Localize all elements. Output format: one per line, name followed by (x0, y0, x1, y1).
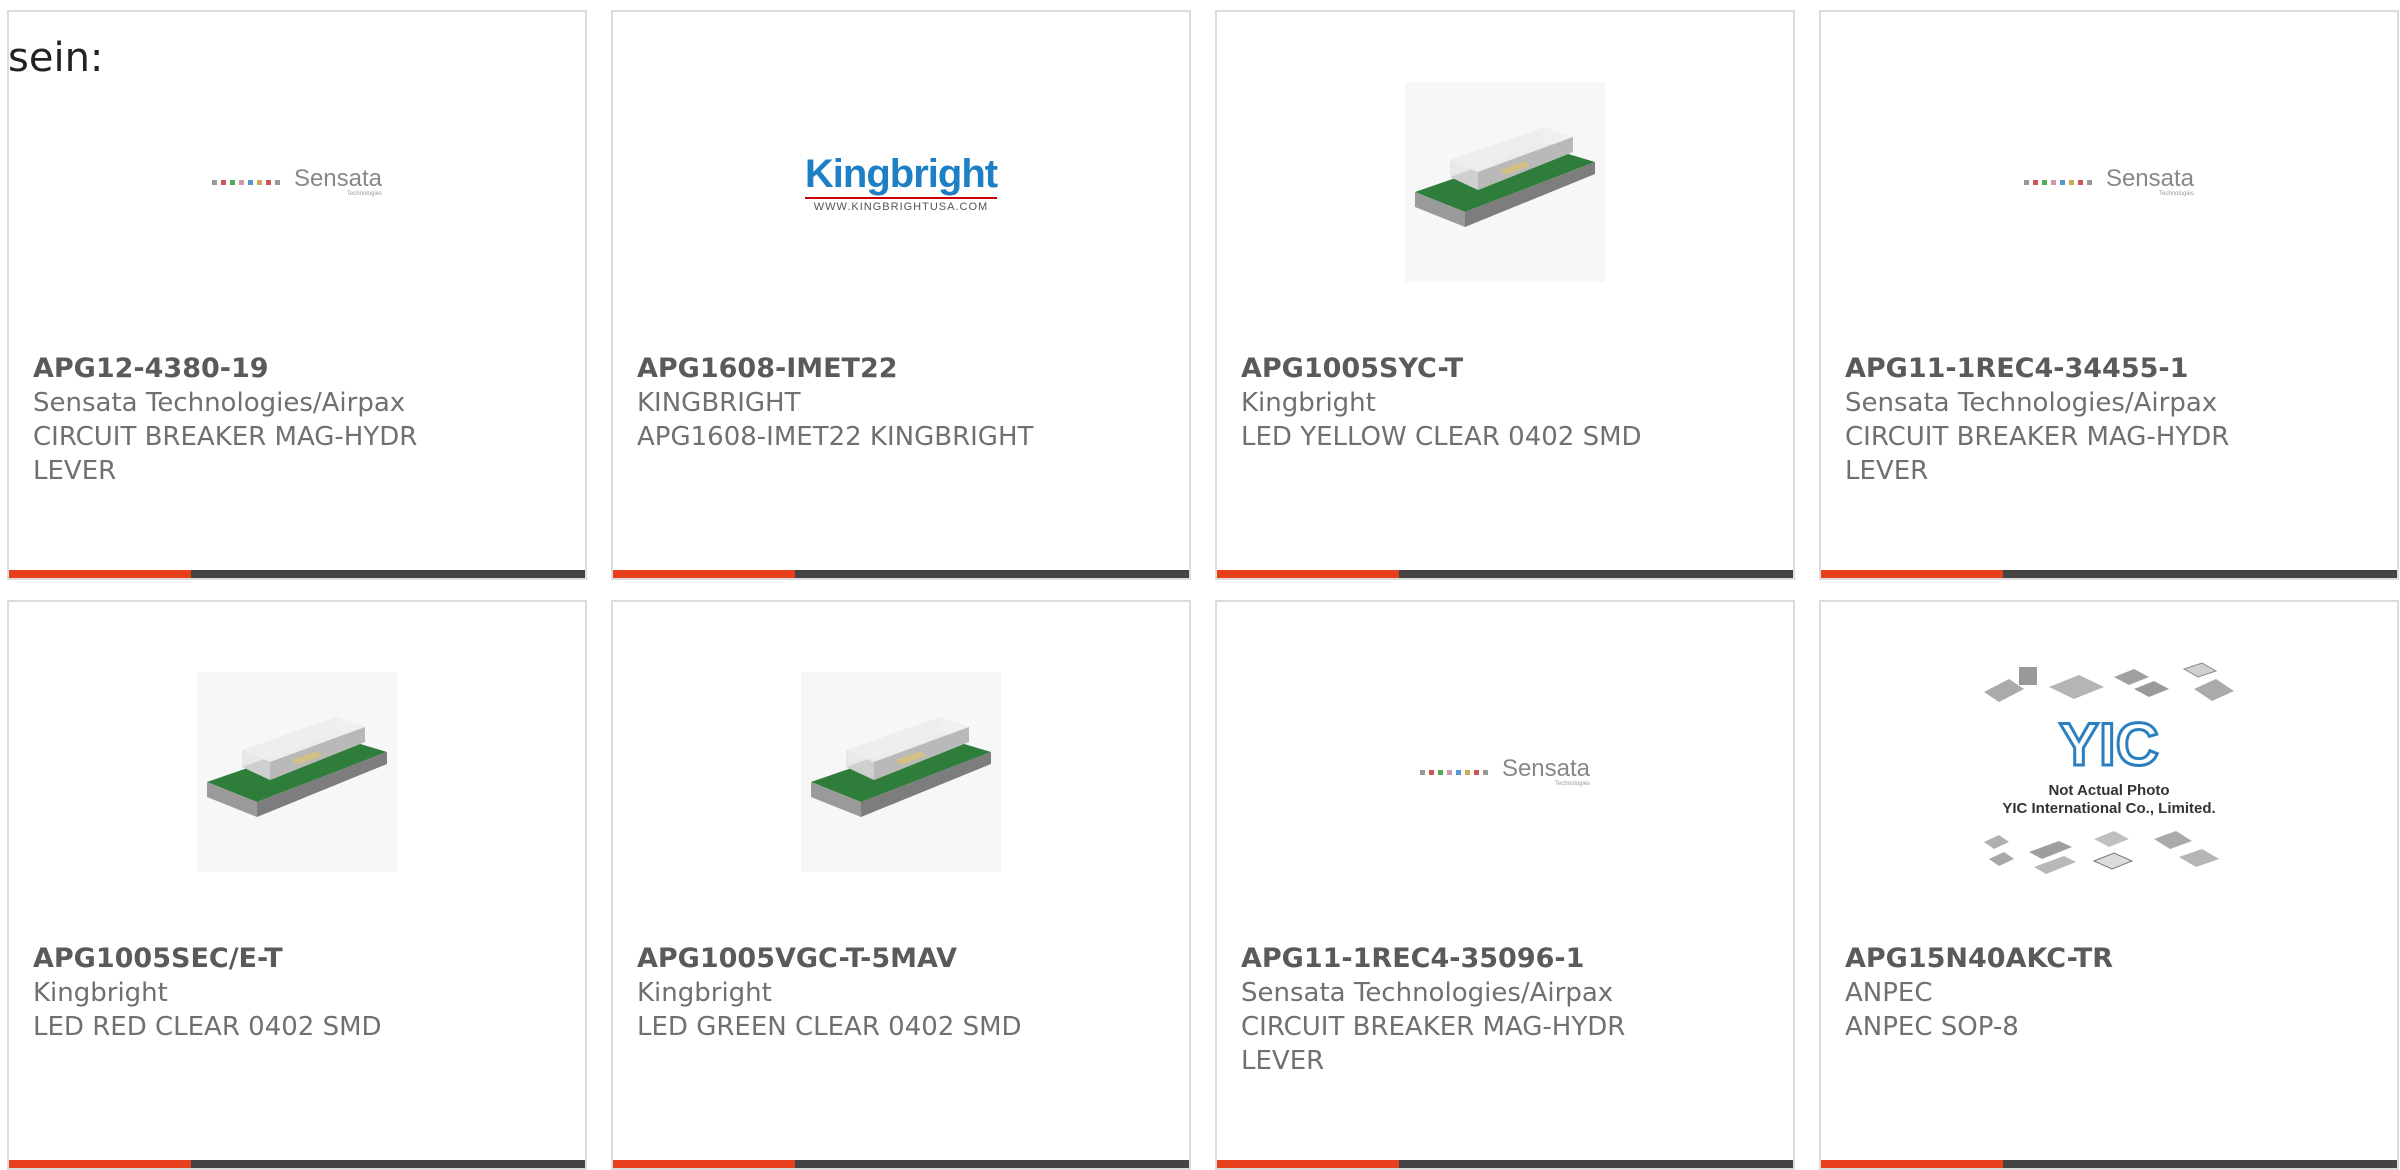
manufacturer: ANPEC (1845, 978, 1933, 1008)
sensata-logo-word: Sensata (293, 165, 383, 192)
description: APG1608-IMET22 KINGBRIGHT (637, 422, 1034, 452)
product-card[interactable]: Sensata Technologies APG12-4380-19 Sensa… (7, 10, 587, 580)
product-card[interactable]: Sensata Technologies APG11-1REC4-35096-1… (1215, 600, 1795, 1170)
product-card[interactable]: YIC Not Actual Photo YIC International C… (1819, 600, 2399, 1170)
kingbright-logo: Kingbright WWW.KINGBRIGHTUSA.COM (804, 151, 998, 213)
product-info: APG1005VGC-T-5MAV Kingbright LED GREEN C… (637, 942, 1169, 1044)
product-image[interactable]: Kingbright WWW.KINGBRIGHTUSA.COM (613, 52, 1189, 312)
product-info: APG11-1REC4-35096-1 Sensata Technologies… (1241, 942, 1773, 1078)
part-number-link[interactable]: APG12-4380-19 (33, 352, 565, 386)
sensata-logo-word: Sensata (1501, 755, 1591, 782)
sensata-logo: Sensata Technologies (211, 165, 383, 197)
sensata-dots-icon (211, 179, 280, 185)
part-number-link[interactable]: APG11-1REC4-35096-1 (1241, 942, 1773, 976)
smd-led-photo-icon (801, 672, 1001, 872)
product-image[interactable]: Sensata Technologies (9, 52, 585, 312)
part-number-link[interactable]: APG1608-IMET22 (637, 352, 1169, 386)
product-info: APG15N40AKC-TR ANPEC ANPEC SOP-8 (1845, 942, 2377, 1044)
product-image[interactable] (9, 642, 585, 902)
description: LED RED CLEAR 0402 SMD (33, 1012, 382, 1042)
product-info: APG1005SEC/E-T Kingbright LED RED CLEAR … (33, 942, 565, 1044)
description: LED YELLOW CLEAR 0402 SMD (1241, 422, 1642, 452)
part-number-link[interactable]: APG1005SYC-T (1241, 352, 1773, 386)
description: CIRCUIT BREAKER MAG-HYDR LEVER (33, 422, 418, 486)
manufacturer: Sensata Technologies/Airpax (33, 388, 406, 418)
placeholder-line1: Not Actual Photo (2048, 782, 2169, 799)
sensata-dots-icon (1419, 769, 1488, 775)
card-bottom-bar (9, 570, 585, 578)
manufacturer: Kingbright (1241, 388, 1376, 418)
card-bottom-bar (613, 570, 1189, 578)
sensata-logo: Sensata Technologies (2023, 165, 2195, 197)
product-card[interactable]: APG1005VGC-T-5MAV Kingbright LED GREEN C… (611, 600, 1191, 1170)
product-info: APG1005SYC-T Kingbright LED YELLOW CLEAR… (1241, 352, 1773, 454)
product-image[interactable] (1217, 52, 1793, 312)
sensata-dots-icon (2023, 179, 2092, 185)
card-bottom-bar (1821, 570, 2397, 578)
product-card[interactable]: APG1005SYC-T Kingbright LED YELLOW CLEAR… (1215, 10, 1795, 580)
smd-led-photo-icon (197, 672, 397, 872)
sensata-logo-word: Sensata (2105, 165, 2195, 192)
smd-led-photo-icon (1405, 82, 1605, 282)
manufacturer: KINGBRIGHT (637, 388, 801, 418)
manufacturer: Kingbright (637, 978, 772, 1008)
card-bottom-bar (1217, 570, 1793, 578)
kingbright-logo-text: Kingbright (804, 151, 998, 196)
product-card[interactable]: Sensata Technologies APG11-1REC4-34455-1… (1819, 10, 2399, 580)
product-image[interactable]: Sensata Technologies (1217, 642, 1793, 902)
part-number-link[interactable]: APG15N40AKC-TR (1845, 942, 2377, 976)
product-card[interactable]: Kingbright WWW.KINGBRIGHTUSA.COM APG1608… (611, 10, 1191, 580)
stray-text: sein: (8, 35, 104, 81)
product-image[interactable] (613, 642, 1189, 902)
product-card[interactable]: APG1005SEC/E-T Kingbright LED RED CLEAR … (7, 600, 587, 1170)
yic-placeholder-icon: YIC Not Actual Photo YIC International C… (1984, 662, 2234, 874)
manufacturer: Kingbright (33, 978, 168, 1008)
description: CIRCUIT BREAKER MAG-HYDR LEVER (1241, 1012, 1626, 1076)
product-info: APG12-4380-19 Sensata Technologies/Airpa… (33, 352, 565, 488)
product-info: APG1608-IMET22 KINGBRIGHT APG1608-IMET22… (637, 352, 1169, 454)
description: LED GREEN CLEAR 0402 SMD (637, 1012, 1022, 1042)
part-number-link[interactable]: APG1005VGC-T-5MAV (637, 942, 1169, 976)
manufacturer: Sensata Technologies/Airpax (1845, 388, 2218, 418)
manufacturer: Sensata Technologies/Airpax (1241, 978, 1614, 1008)
description: CIRCUIT BREAKER MAG-HYDR LEVER (1845, 422, 2230, 486)
sensata-logo: Sensata Technologies (1419, 755, 1591, 787)
description: ANPEC SOP-8 (1845, 1012, 2019, 1042)
kingbright-logo-url: WWW.KINGBRIGHTUSA.COM (804, 196, 998, 213)
part-number-link[interactable]: APG1005SEC/E-T (33, 942, 565, 976)
product-image[interactable]: Sensata Technologies (1821, 52, 2397, 312)
product-info: APG11-1REC4-34455-1 Sensata Technologies… (1845, 352, 2377, 488)
svg-text:YIC: YIC (2059, 711, 2159, 778)
part-number-link[interactable]: APG11-1REC4-34455-1 (1845, 352, 2377, 386)
placeholder-line2: YIC International Co., Limited. (2002, 800, 2215, 817)
product-image[interactable]: YIC Not Actual Photo YIC International C… (1821, 642, 2397, 902)
